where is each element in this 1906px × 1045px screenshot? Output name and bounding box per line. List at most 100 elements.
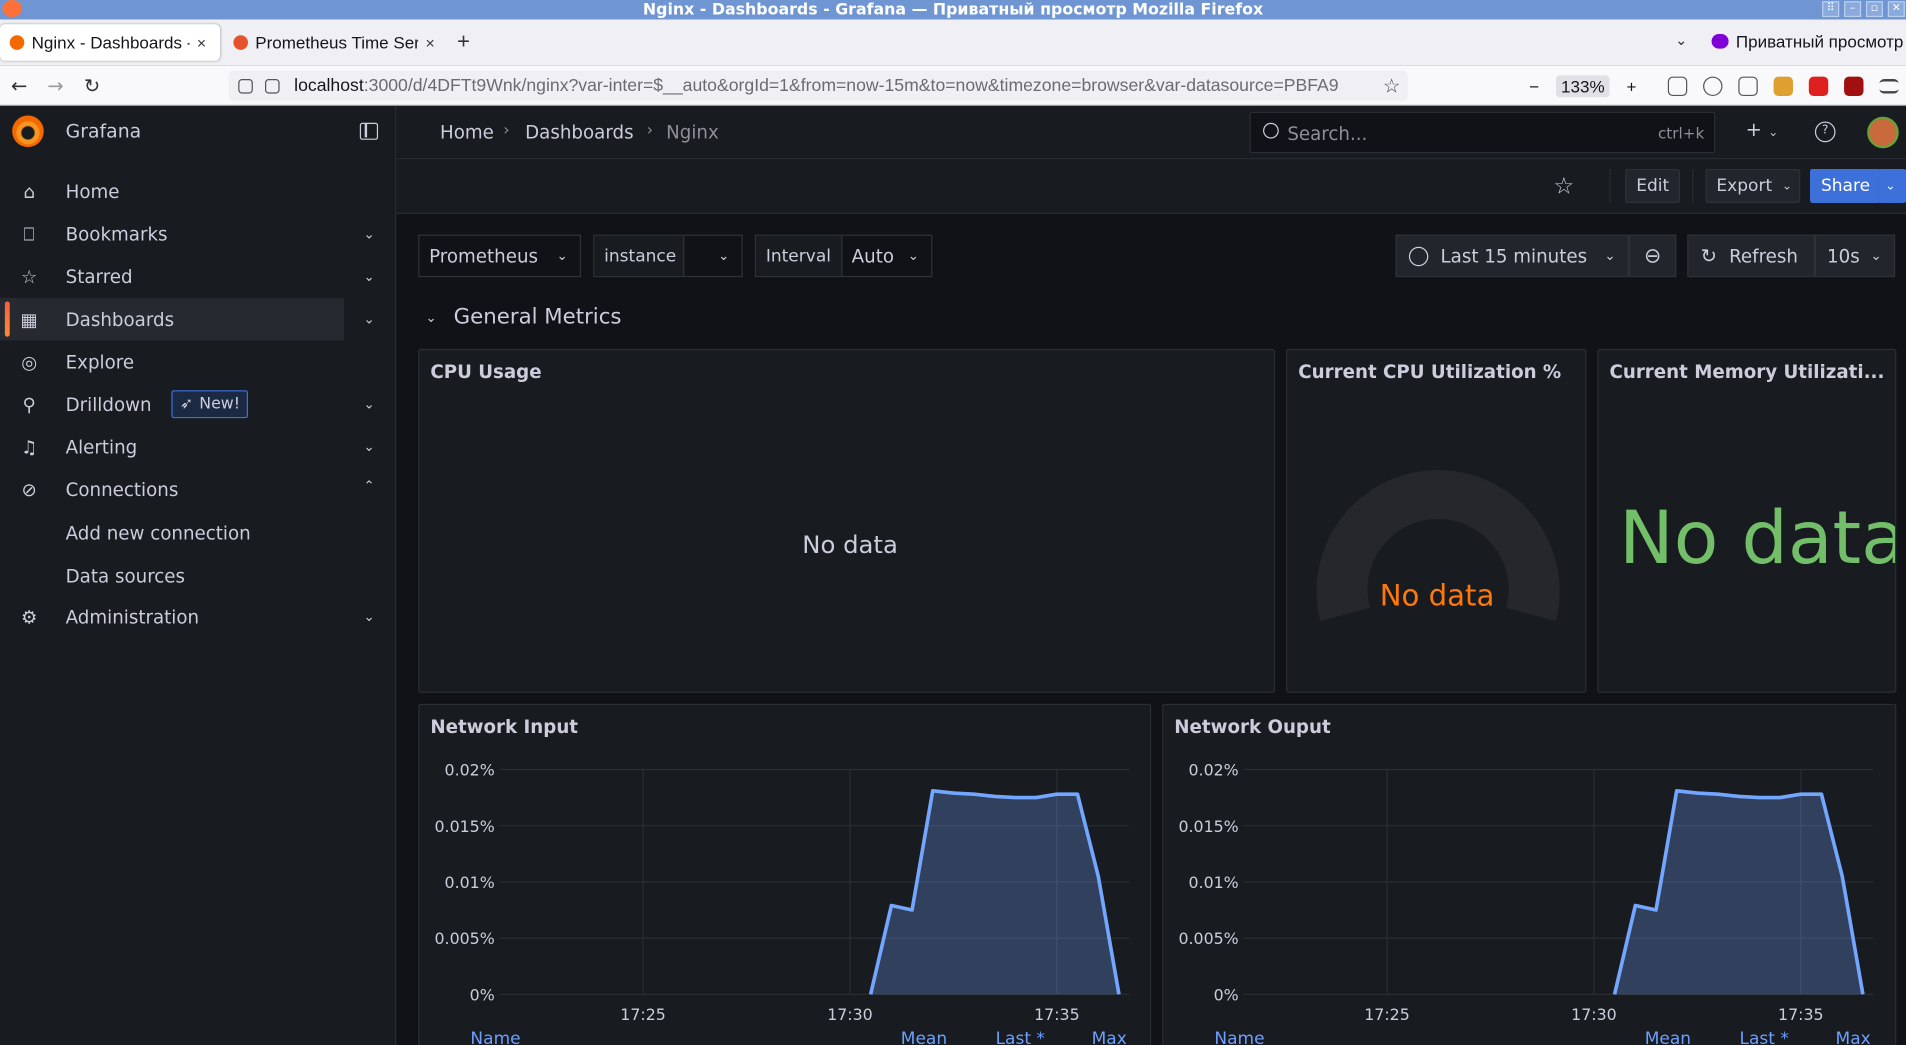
sidebar-item-home[interactable]: ⌂ Home xyxy=(0,170,344,213)
series-area xyxy=(870,790,1119,995)
grafana-brand[interactable]: Grafana xyxy=(12,115,141,148)
window-titlebar: Nginx - Dashboards - Grafana — Приватный… xyxy=(0,0,1906,20)
chevron-down-icon: ⌄ xyxy=(718,247,730,264)
x-tick-label: 17:35 xyxy=(1778,1005,1824,1024)
refresh-interval-select[interactable]: 10s ⌄ xyxy=(1814,234,1896,278)
legend-max-header[interactable]: Max xyxy=(1092,1030,1127,1045)
account-icon[interactable] xyxy=(1703,76,1723,97)
list-tabs-chevron-icon[interactable]: ⌄ xyxy=(1675,32,1687,49)
share-options-chevron-icon[interactable]: ⌄ xyxy=(1878,168,1906,204)
sidebar-subitem-add-new-connection[interactable]: Add new connection xyxy=(66,523,251,545)
grafana-sidebar: Grafana ⌂ Home ⎕ Bookmarks ⌄ ☆ Starred ⌄… xyxy=(0,105,397,1045)
window-maximize-button[interactable]: ▫ xyxy=(1865,1,1883,18)
browser-navbar: ← → ↻ localhost:3000/d/4DFTt9Wnk/nginx?v… xyxy=(0,65,1906,106)
panel-cpu-usage[interactable]: CPU Usage No data xyxy=(418,348,1276,693)
y-tick-label: 0.01% xyxy=(445,873,495,892)
search-input[interactable]: Search... ctrl+k xyxy=(1249,111,1716,154)
sidebar-item-administration[interactable]: ⚙ Administration xyxy=(0,596,344,639)
new-menu-button[interactable]: + ⌄ xyxy=(1746,118,1779,141)
ublock-icon[interactable] xyxy=(1808,76,1829,97)
row-general-metrics[interactable]: ⌄ General Metrics xyxy=(425,305,621,329)
legend-mean-header[interactable]: Mean xyxy=(901,1030,947,1045)
panel-network-output[interactable]: Network Ouput 0% 0.005% 0.01% 0.015% 0.02% 17… xyxy=(1162,703,1897,1045)
panel-cpu-utilization[interactable]: Current CPU Utilization % No data xyxy=(1286,348,1587,693)
breadcrumb-dashboards[interactable]: Dashboards xyxy=(525,122,633,144)
sidebar-item-dashboards[interactable]: ▦ Dashboards xyxy=(0,297,345,341)
sidebar-item-alerting[interactable]: ♫ Alerting xyxy=(0,425,344,468)
chevron-down-icon[interactable]: ⌄ xyxy=(363,269,374,285)
panel-network-input[interactable]: Network Input 0% 0.005% 0.01% 0.015% 0.02% 17… xyxy=(418,703,1152,1045)
chevron-down-icon[interactable]: ⌄ xyxy=(363,226,374,242)
chevron-down-icon[interactable]: ⌄ xyxy=(363,439,374,455)
tab-close-icon[interactable]: × xyxy=(425,33,434,51)
sidebar-item-connections[interactable]: ⊘ Connections xyxy=(0,468,344,511)
connections-icon: ⊘ xyxy=(21,478,37,501)
legend-max-header[interactable]: Max xyxy=(1836,1030,1871,1045)
help-icon[interactable]: ? xyxy=(1814,121,1836,143)
export-button[interactable]: Export ⌄ xyxy=(1705,168,1801,204)
chevron-down-icon[interactable]: ⌄ xyxy=(363,311,374,327)
legend-name-header[interactable]: Name xyxy=(1214,1030,1264,1045)
url-bar[interactable]: localhost:3000/d/4DFTt9Wnk/nginx?var-int… xyxy=(228,70,1408,101)
reload-icon[interactable]: ↻ xyxy=(84,74,100,97)
y-tick-label: 0.02% xyxy=(445,761,495,780)
dashboard-toolbar: ☆ Edit Export ⌄ Share ⌄ xyxy=(396,159,1906,214)
bookmark-star-icon[interactable]: ☆ xyxy=(1383,74,1400,98)
tab-title: Prometheus Time Seri xyxy=(255,32,419,53)
tab-close-icon[interactable]: × xyxy=(197,33,206,51)
sidebar-subitem-data-sources[interactable]: Data sources xyxy=(66,565,185,587)
sidebar-item-drilldown[interactable]: ⚲ Drilldown ➶ New! xyxy=(0,383,344,426)
dock-menu-icon[interactable] xyxy=(359,122,379,140)
window-menu-button[interactable]: ⠿ xyxy=(1822,1,1840,18)
back-arrow-icon[interactable]: ← xyxy=(11,74,27,97)
chevron-down-icon[interactable]: ⌄ xyxy=(363,396,374,412)
chevron-down-icon[interactable]: ⌄ xyxy=(363,609,374,625)
window-minimize-button[interactable]: – xyxy=(1844,1,1862,18)
cog-icon: ⚙ xyxy=(20,605,38,628)
zoom-in-button[interactable]: + xyxy=(1626,77,1636,96)
sidebar-item-starred[interactable]: ☆ Starred xyxy=(0,255,344,298)
interval-variable[interactable]: Interval Auto ⌄ xyxy=(754,234,933,278)
y-tick-label: 0% xyxy=(1214,985,1239,1004)
favorite-star-icon[interactable]: ☆ xyxy=(1554,173,1575,200)
browser-tab-grafana[interactable]: Nginx - Dashboards - ( × xyxy=(0,24,221,61)
hamburger-menu-icon[interactable] xyxy=(1879,79,1899,94)
private-label: Приватный просмотр xyxy=(1735,31,1904,52)
extension-red-icon[interactable] xyxy=(1844,76,1864,97)
y-tick-label: 0.005% xyxy=(1178,929,1238,948)
time-range-picker[interactable]: Last 15 minutes ⌄ xyxy=(1395,234,1629,278)
x-tick-label: 17:25 xyxy=(620,1005,666,1024)
panel-memory-utilization[interactable]: Current Memory Utilizati... No data xyxy=(1597,348,1897,693)
edit-button[interactable]: Edit xyxy=(1625,168,1681,204)
sidebar-item-explore[interactable]: ◎ Explore xyxy=(0,340,344,383)
pocket-icon[interactable] xyxy=(1667,76,1688,97)
url-text[interactable]: localhost:3000/d/4DFTt9Wnk/nginx?var-int… xyxy=(294,76,1352,95)
legend-mean-header[interactable]: Mean xyxy=(1645,1030,1691,1045)
extension-icons xyxy=(1667,76,1899,97)
extension-badge-icon[interactable] xyxy=(1773,76,1794,97)
new-tab-button[interactable]: + xyxy=(457,29,470,55)
zoom-out-time-button[interactable]: ⊖ xyxy=(1628,234,1677,278)
datasource-variable-select[interactable]: Prometheus ⌄ xyxy=(418,234,582,278)
browser-tab-prometheus[interactable]: Prometheus Time Seri × xyxy=(224,24,445,60)
y-tick-label: 0% xyxy=(470,985,495,1004)
share-button[interactable]: Share xyxy=(1810,168,1882,204)
legend-last-header[interactable]: Last * xyxy=(996,1030,1045,1045)
new-badge: ➶ New! xyxy=(171,390,249,419)
zoom-level[interactable]: 133% xyxy=(1556,75,1610,98)
y-tick-label: 0.02% xyxy=(1189,761,1239,780)
x-tick-label: 17:30 xyxy=(827,1005,873,1024)
legend-name-header[interactable]: Name xyxy=(470,1030,520,1045)
window-close-button[interactable]: ✕ xyxy=(1887,1,1905,18)
zoom-out-button[interactable]: − xyxy=(1529,77,1539,96)
forward-arrow-icon[interactable]: → xyxy=(47,74,63,97)
instance-variable[interactable]: instance ⌄ xyxy=(593,234,743,278)
user-avatar[interactable] xyxy=(1867,116,1899,149)
breadcrumb-home[interactable]: Home xyxy=(440,122,494,144)
sidebar-item-bookmarks[interactable]: ⎕ Bookmarks xyxy=(0,213,344,256)
legend-last-header[interactable]: Last * xyxy=(1740,1030,1789,1045)
extensions-icon[interactable] xyxy=(1738,76,1758,97)
chevron-up-icon[interactable]: ⌃ xyxy=(363,478,374,494)
no-data-stat: No data xyxy=(1619,495,1897,582)
refresh-button[interactable]: ↻ Refresh xyxy=(1687,234,1815,278)
